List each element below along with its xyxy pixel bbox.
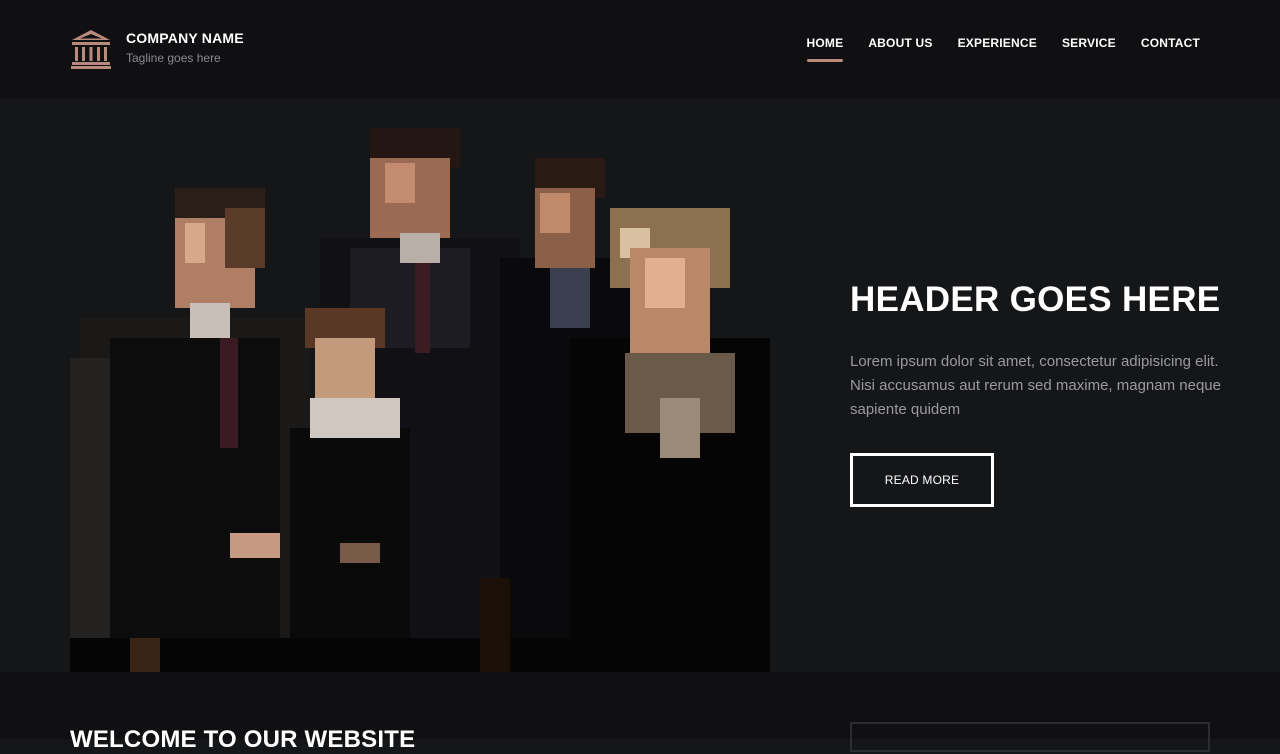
nav-about-us[interactable]: ABOUT US	[868, 36, 932, 62]
hero-title: HEADER GOES HERE	[850, 280, 1221, 319]
tagline: Tagline goes here	[126, 51, 221, 65]
nav-contact[interactable]: CONTACT	[1141, 36, 1200, 62]
hero-group-photo	[70, 98, 770, 672]
nav-home[interactable]: HOME	[806, 36, 844, 62]
read-more-button[interactable]: READ MORE	[850, 453, 994, 507]
welcome-title: WELCOME TO OUR WEBSITE	[70, 726, 416, 753]
nav-experience[interactable]: EXPERIENCE	[958, 36, 1037, 62]
main-nav: HOME ABOUT US EXPERIENCE SERVICE CONTACT	[806, 36, 1201, 62]
sidebar-box	[850, 722, 1210, 752]
bank-building-icon	[71, 30, 111, 69]
site-header: COMPANY NAME Tagline goes here HOME ABOU…	[0, 0, 1280, 98]
hero-description: Lorem ipsum dolor sit amet, consectetur …	[850, 353, 1221, 418]
company-name: COMPANY NAME	[126, 30, 244, 46]
brand-logo[interactable]: COMPANY NAME Tagline goes here	[70, 28, 244, 70]
nav-service[interactable]: SERVICE	[1062, 36, 1116, 62]
